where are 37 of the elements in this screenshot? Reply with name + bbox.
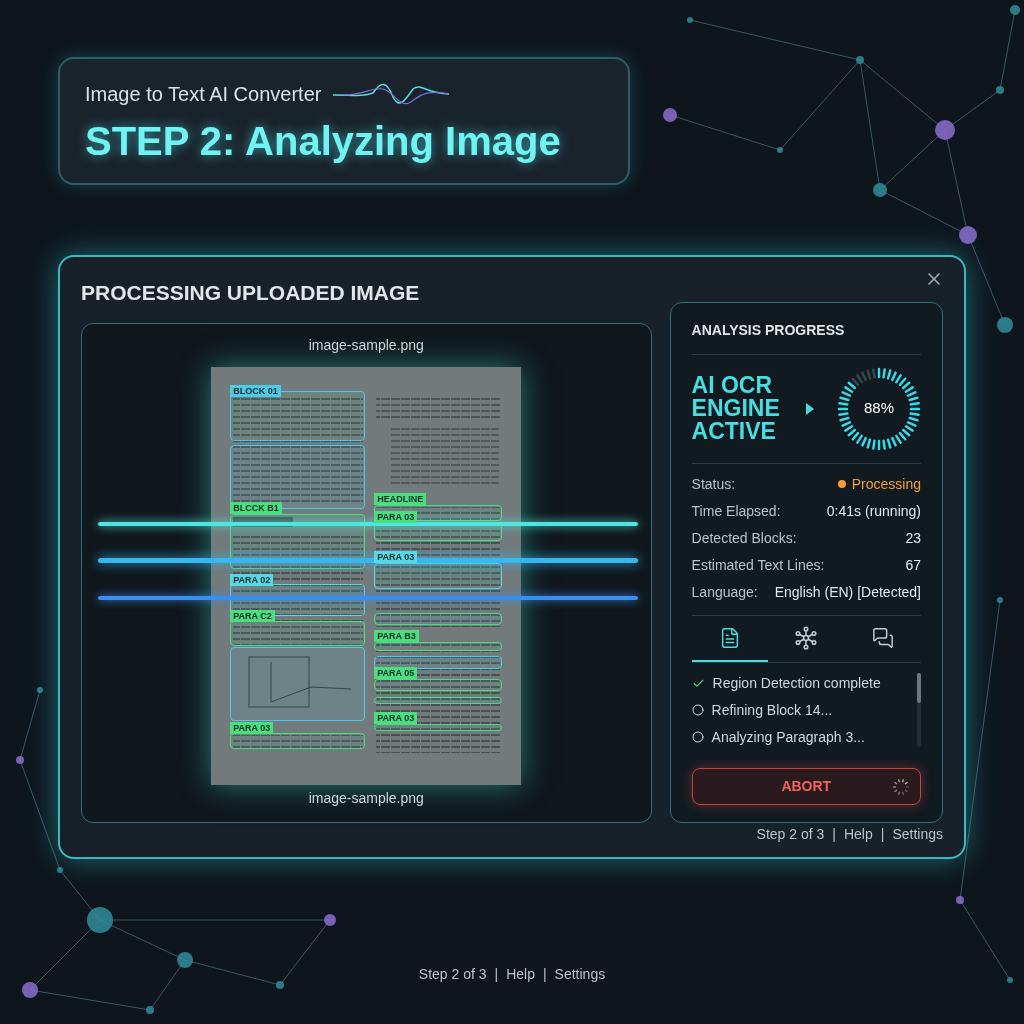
app-subtitle: Image to Text AI Converter bbox=[85, 82, 322, 107]
task-text: Region Detection complete bbox=[712, 673, 881, 693]
scrollbar[interactable] bbox=[917, 672, 921, 747]
hub-icon bbox=[794, 625, 819, 650]
abort-button[interactable]: ABORT bbox=[691, 767, 921, 805]
separator: | bbox=[542, 965, 547, 984]
play-icon bbox=[805, 402, 814, 415]
separator: | bbox=[880, 825, 885, 844]
stat-value: 23 bbox=[905, 528, 921, 548]
step-text: Step 2 of 3 bbox=[418, 965, 487, 984]
task-text: Analyzing Paragraph 3... bbox=[711, 727, 865, 747]
card-title: ANALYSIS PROGRESS bbox=[691, 320, 846, 340]
stat-value: Processing bbox=[851, 474, 921, 494]
footer-link[interactable]: Settings bbox=[554, 964, 606, 985]
separator: | bbox=[494, 965, 499, 984]
stat-label: Estimated Text Lines: bbox=[691, 555, 825, 575]
progress-reading: 88% bbox=[864, 398, 894, 419]
footer-link[interactable]: Help bbox=[506, 964, 535, 985]
panel-title: PROCESSING UPLOADED IMAGE bbox=[81, 280, 420, 306]
file-name: image-sample.png bbox=[308, 788, 424, 808]
footer-link[interactable]: Settings bbox=[892, 824, 943, 845]
engine-status: AI OCR ENGINE ACTIVE bbox=[691, 374, 781, 443]
chat-bubbles-icon bbox=[871, 626, 894, 649]
stat-label: Time Elapsed: bbox=[691, 501, 781, 521]
stat-label: Detected Blocks: bbox=[691, 528, 797, 548]
stat-label: Status: bbox=[691, 474, 736, 494]
stat-value: English (EN) [Detected] bbox=[774, 582, 921, 602]
stat-label: Language: bbox=[691, 582, 758, 602]
loader-icon bbox=[892, 777, 910, 796]
task-text: Refining Block 14... bbox=[711, 700, 833, 720]
stat-value: 0:41s (running) bbox=[826, 501, 921, 521]
separator: | bbox=[832, 825, 836, 844]
file-name: image-sample.png bbox=[308, 335, 424, 355]
step-text: Step 2 of 3 bbox=[756, 825, 825, 844]
page-title: STEP 2: Analyzing Image bbox=[85, 118, 562, 165]
footer-link[interactable]: Help bbox=[843, 824, 873, 845]
stat-value: 67 bbox=[905, 555, 921, 575]
